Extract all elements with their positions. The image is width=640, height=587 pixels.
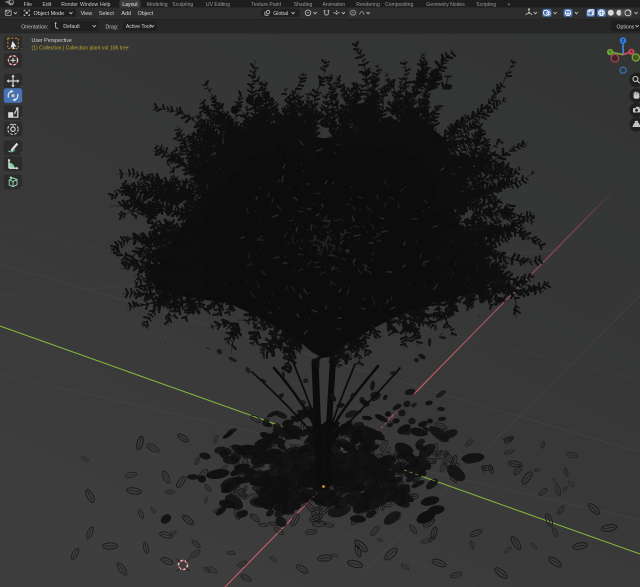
svg-text:Edit: Edit: [43, 2, 52, 8]
svg-text:Z: Z: [622, 38, 625, 43]
svg-text:Select: Select: [99, 11, 114, 17]
svg-text:Compositing: Compositing: [385, 2, 413, 8]
svg-text:Options: Options: [617, 24, 635, 30]
svg-text:Active Tool: Active Tool: [126, 24, 151, 30]
svg-text:Object Mode: Object Mode: [34, 11, 65, 17]
svg-text:Window: Window: [80, 2, 98, 8]
svg-text:View: View: [81, 11, 93, 17]
svg-text:Scripting: Scripting: [476, 2, 496, 8]
svg-text:User Perspective: User Perspective: [32, 38, 72, 44]
svg-text:Shading: Shading: [294, 2, 313, 8]
svg-text:Y: Y: [609, 50, 612, 55]
svg-text:Render: Render: [61, 2, 78, 8]
svg-text:Texture Paint: Texture Paint: [251, 2, 281, 8]
svg-text:Animation: Animation: [323, 2, 346, 8]
svg-text:UV Editing: UV Editing: [206, 2, 230, 8]
svg-text:File: File: [24, 2, 32, 8]
svg-text:Geometry Nodes: Geometry Nodes: [426, 2, 465, 8]
svg-text:Drag:: Drag:: [106, 25, 119, 31]
svg-text:Help: Help: [100, 2, 111, 8]
svg-text:Rendering: Rendering: [356, 2, 380, 8]
svg-text:Sculpting: Sculpting: [172, 2, 193, 8]
svg-text:Default: Default: [63, 24, 80, 30]
svg-text:Modeling: Modeling: [147, 2, 168, 8]
svg-text:Object: Object: [138, 11, 154, 17]
svg-text:(1) Collection | Collection pl: (1) Collection | Collection plant vol 10…: [32, 46, 129, 52]
svg-text:Layout: Layout: [122, 2, 138, 8]
svg-text:X: X: [630, 49, 633, 54]
svg-text:Add: Add: [121, 11, 131, 17]
svg-text:+: +: [508, 2, 511, 8]
svg-text:Global: Global: [273, 11, 288, 17]
svg-text:Orientation:: Orientation:: [21, 25, 48, 31]
